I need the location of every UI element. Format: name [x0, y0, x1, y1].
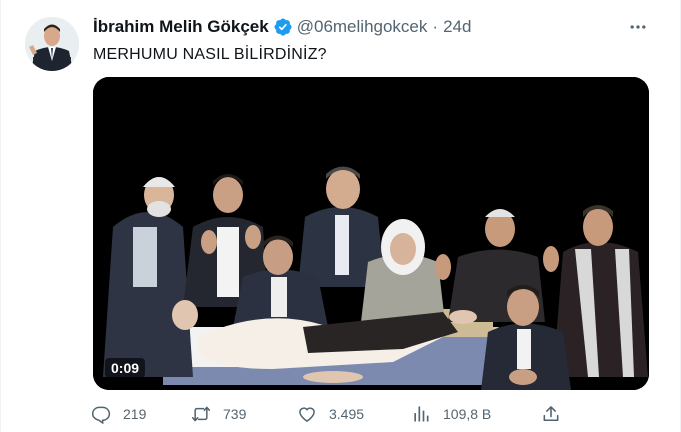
timestamp[interactable]: 24d — [443, 17, 471, 37]
avatar[interactable] — [25, 17, 79, 71]
views-count: 109,8 B — [443, 406, 492, 422]
retweet-icon — [191, 404, 211, 424]
share-icon — [541, 404, 561, 424]
tweet-actions: 219 739 3.495 109,8 B — [91, 402, 561, 426]
verified-badge-icon[interactable] — [273, 17, 293, 37]
like-button[interactable]: 3.495 — [297, 402, 364, 426]
like-count: 3.495 — [329, 406, 365, 422]
tweet-text: MERHUMU NASIL BİLİRDİNİZ? — [93, 46, 327, 63]
reply-count: 219 — [123, 406, 147, 422]
retweet-count: 739 — [223, 406, 247, 422]
video-duration: 0:09 — [105, 358, 146, 378]
reply-button[interactable]: 219 — [91, 402, 146, 426]
display-name[interactable]: İbrahim Melih Gökçek — [93, 17, 269, 37]
retweet-button[interactable]: 739 — [191, 402, 246, 426]
separator-dot: · — [432, 17, 439, 36]
tweet[interactable]: İbrahim Melih Gökçek @06melihgokcek · 24… — [0, 0, 681, 432]
views-chart-icon — [411, 404, 431, 424]
video-player[interactable]: 0:09 — [93, 77, 649, 390]
more-dots-icon[interactable] — [625, 16, 651, 38]
avatar-image — [25, 17, 79, 71]
handle[interactable]: @06melihgokcek — [297, 17, 428, 37]
views-button[interactable]: 109,8 B — [411, 402, 491, 426]
share-button[interactable] — [541, 402, 561, 426]
reply-icon — [91, 404, 111, 424]
video-thumbnail — [93, 77, 649, 390]
tweet-header: İbrahim Melih Gökçek @06melihgokcek · 24… — [93, 16, 471, 38]
heart-icon — [297, 404, 317, 424]
